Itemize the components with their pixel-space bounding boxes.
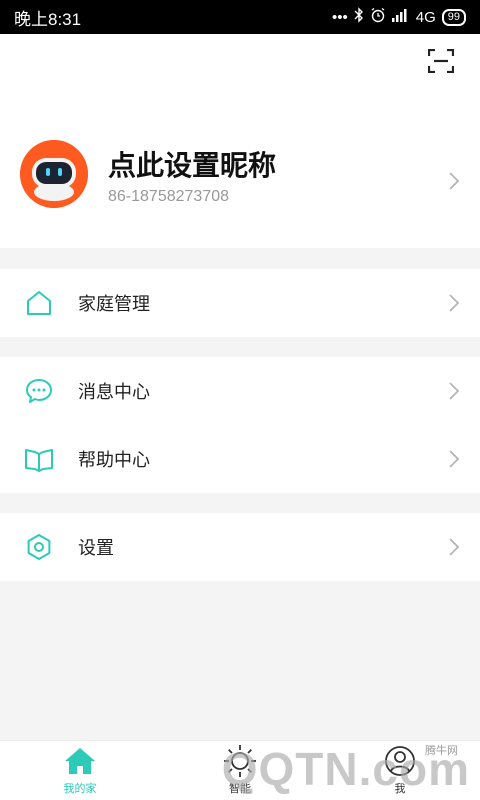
menu-label: 家庭管理 bbox=[78, 294, 150, 315]
menu-label: 帮助中心 bbox=[78, 450, 150, 471]
settings-hexagon-icon bbox=[27, 534, 51, 560]
notification-dots: ••• bbox=[331, 8, 348, 26]
profile-header: 点此设置昵称 86-18758273708 bbox=[0, 34, 480, 248]
nickname[interactable]: 点此设置昵称 bbox=[108, 144, 276, 184]
avatar[interactable] bbox=[20, 140, 88, 208]
menu-item-help[interactable]: 帮助中心 bbox=[0, 425, 480, 493]
alarm-icon bbox=[370, 7, 386, 27]
chevron-right-icon bbox=[449, 294, 460, 312]
menu-label: 设置 bbox=[78, 538, 114, 559]
network-type: 4G bbox=[415, 8, 436, 26]
bluetooth-icon bbox=[354, 7, 364, 27]
chevron-right-icon bbox=[449, 538, 460, 556]
settings-section: 设置 bbox=[0, 513, 480, 581]
menu-item-messages[interactable]: 消息中心 bbox=[0, 357, 480, 425]
home-icon bbox=[27, 291, 51, 315]
menu-item-family-management[interactable]: 家庭管理 bbox=[0, 269, 480, 337]
book-icon bbox=[25, 449, 53, 472]
signal-icon bbox=[391, 8, 410, 26]
chevron-right-icon bbox=[449, 450, 460, 468]
battery-icon: 99 bbox=[441, 8, 466, 26]
chevron-right-icon bbox=[449, 172, 460, 190]
home-filled-icon bbox=[65, 748, 95, 774]
chevron-right-icon bbox=[449, 382, 460, 400]
menu-item-settings[interactable]: 设置 bbox=[0, 513, 480, 581]
watermark: QQTN.com bbox=[221, 743, 470, 795]
family-section: 家庭管理 bbox=[0, 269, 480, 337]
message-bubble-icon bbox=[26, 379, 52, 403]
info-section: 消息中心 帮助中心 bbox=[0, 357, 480, 493]
status-indicators: ••• 4G 99 bbox=[332, 7, 466, 27]
phone-number: 86-18758273708 bbox=[108, 188, 230, 205]
status-bar: 晚上8:31 ••• 4G 99 bbox=[0, 0, 480, 34]
profile-row[interactable]: 点此设置昵称 86-18758273708 bbox=[0, 140, 480, 220]
menu-label: 消息中心 bbox=[78, 382, 150, 403]
scan-button[interactable] bbox=[426, 46, 456, 76]
tab-my-home[interactable]: 我的家 bbox=[0, 741, 160, 800]
scan-icon bbox=[428, 49, 454, 73]
status-time: 晚上8:31 bbox=[14, 9, 82, 29]
tab-label: 我的家 bbox=[63, 782, 97, 795]
